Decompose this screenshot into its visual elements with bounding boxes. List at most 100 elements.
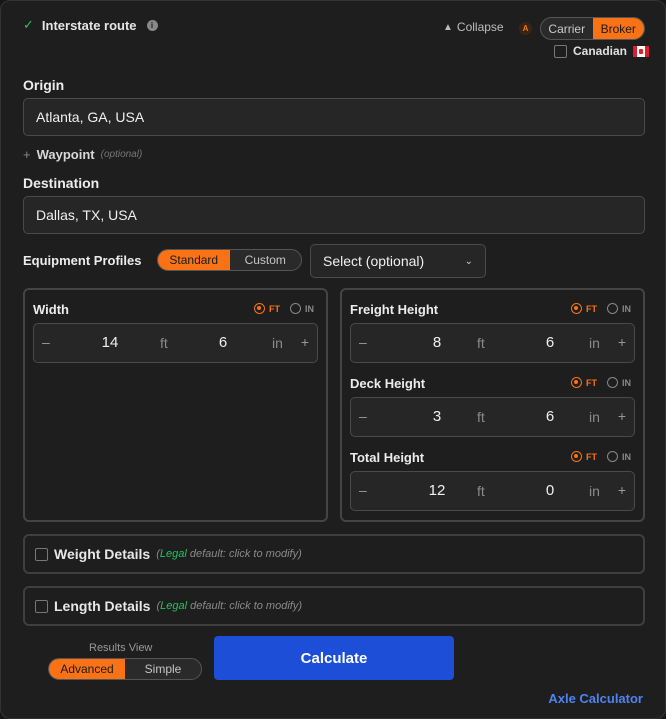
add-waypoint-button[interactable]: + Waypoint (optional)	[23, 147, 142, 162]
width-in-value[interactable]: 6	[208, 334, 238, 351]
total-height-label: Total Height	[350, 450, 425, 465]
equipment-profiles-row: Equipment Profiles Standard Custom Selec…	[23, 244, 643, 278]
width-panel: Width FT IN – 14 ft 6 in +	[23, 288, 328, 522]
length-details-bar[interactable]: Length Details (Legal default: click to …	[23, 586, 645, 626]
info-icon[interactable]: i	[146, 19, 158, 31]
results-view-label: Results View	[89, 642, 153, 654]
width-label: Width	[33, 302, 69, 317]
advanced-option[interactable]: Advanced	[49, 659, 125, 679]
interstate-route-label: Interstate route	[41, 17, 137, 33]
equipment-select[interactable]: Select (optional) ⌄	[310, 244, 486, 278]
in-radio[interactable]	[607, 303, 618, 314]
equipment-select-value: Select (optional)	[323, 253, 425, 269]
deck-height-unit-toggle[interactable]: FT IN	[571, 377, 631, 388]
in-radio[interactable]	[607, 377, 618, 388]
increment-button[interactable]: +	[301, 334, 309, 350]
check-icon: ✓	[23, 17, 34, 32]
route-calculator-panel: ✓ Interstate route i ▲ Collapse A Carrie…	[0, 0, 666, 719]
deck-height-in-value[interactable]: 6	[535, 408, 565, 425]
carrier-option[interactable]: Carrier	[541, 18, 593, 39]
waypoint-label: Waypoint	[36, 147, 95, 162]
total-height-ft-value[interactable]: 12	[422, 482, 452, 499]
canadian-checkbox-row[interactable]: Canadian	[554, 44, 650, 58]
width-ft-value[interactable]: 14	[95, 334, 125, 351]
total-height-in-value[interactable]: 0	[535, 482, 565, 499]
decrement-button[interactable]: –	[359, 334, 367, 350]
weight-details-hint: (Legal default: click to modify)	[156, 548, 302, 560]
ft-unit: ft	[477, 335, 485, 351]
in-unit: in	[589, 335, 600, 351]
decrement-button[interactable]: –	[42, 334, 50, 350]
top-bar: ✓ Interstate route i ▲ Collapse A Carrie…	[23, 15, 650, 65]
length-details-hint: (Legal default: click to modify)	[156, 600, 302, 612]
role-toggle: Carrier Broker	[540, 17, 645, 40]
weight-details-label: Weight Details	[54, 546, 151, 562]
increment-button[interactable]: +	[618, 482, 626, 498]
freight-height-label: Freight Height	[350, 302, 439, 317]
collapse-label: Collapse	[456, 20, 504, 34]
length-details-checkbox[interactable]	[35, 599, 48, 613]
ft-unit: ft	[477, 409, 485, 425]
total-height-stepper: – 12 ft 0 in +	[350, 471, 635, 511]
canadian-checkbox[interactable]	[554, 44, 567, 58]
simple-option[interactable]: Simple	[125, 659, 201, 679]
ft-radio[interactable]	[571, 451, 582, 462]
ft-unit: ft	[477, 483, 485, 499]
length-details-label: Length Details	[54, 598, 151, 614]
deck-height-label: Deck Height	[350, 376, 426, 391]
canadian-label: Canadian	[573, 44, 628, 58]
calculate-button[interactable]: Calculate	[214, 636, 454, 680]
plus-icon: +	[23, 147, 31, 162]
chevron-down-icon: ⌄	[464, 255, 473, 267]
freight-height-ft-value[interactable]: 8	[422, 334, 452, 351]
ft-unit: ft	[160, 335, 168, 351]
origin-input[interactable]: Atlanta, GA, USA	[23, 98, 645, 136]
ft-radio[interactable]	[254, 303, 265, 314]
broker-option[interactable]: Broker	[592, 18, 644, 39]
freight-height-stepper: – 8 ft 6 in +	[350, 323, 635, 363]
weight-details-checkbox[interactable]	[35, 547, 48, 561]
increment-button[interactable]: +	[618, 334, 626, 350]
deck-height-stepper: – 3 ft 6 in +	[350, 397, 635, 437]
equipment-profiles-label: Equipment Profiles	[23, 253, 142, 268]
collapse-button[interactable]: ▲ Collapse	[443, 20, 504, 34]
in-unit: in	[589, 409, 600, 425]
in-label: IN	[305, 303, 314, 314]
in-label: IN	[622, 377, 631, 388]
in-radio[interactable]	[607, 451, 618, 462]
total-height-unit-toggle[interactable]: FT IN	[571, 451, 631, 462]
increment-button[interactable]: +	[618, 408, 626, 424]
standard-option[interactable]: Standard	[158, 250, 230, 270]
ft-label: FT	[269, 303, 280, 314]
origin-label: Origin	[23, 77, 65, 93]
width-stepper: – 14 ft 6 in +	[33, 323, 318, 363]
ft-radio[interactable]	[571, 303, 582, 314]
freight-height-unit-toggle[interactable]: FT IN	[571, 303, 631, 314]
ft-label: FT	[586, 303, 597, 314]
custom-option[interactable]: Custom	[230, 250, 302, 270]
equipment-profile-toggle: Standard Custom	[157, 249, 302, 271]
freight-height-in-value[interactable]: 6	[535, 334, 565, 351]
axle-calculator-link[interactable]: Axle Calculator	[548, 691, 643, 706]
a-badge: A	[519, 22, 532, 35]
destination-label: Destination	[23, 175, 100, 191]
decrement-button[interactable]: –	[359, 408, 367, 424]
interstate-route-toggle[interactable]: ✓ Interstate route i	[23, 17, 158, 33]
waypoint-optional-note: (optional)	[100, 149, 143, 160]
weight-details-bar[interactable]: Weight Details (Legal default: click to …	[23, 534, 645, 574]
triangle-up-icon: ▲	[443, 21, 453, 33]
in-label: IN	[622, 451, 631, 462]
destination-input[interactable]: Dallas, TX, USA	[23, 196, 645, 234]
ft-label: FT	[586, 451, 597, 462]
ft-radio[interactable]	[571, 377, 582, 388]
in-unit: in	[272, 335, 283, 351]
ft-label: FT	[586, 377, 597, 388]
in-label: IN	[622, 303, 631, 314]
in-radio[interactable]	[290, 303, 301, 314]
canada-flag-icon	[633, 45, 650, 57]
decrement-button[interactable]: –	[359, 482, 367, 498]
deck-height-ft-value[interactable]: 3	[422, 408, 452, 425]
in-unit: in	[589, 483, 600, 499]
results-view-toggle: Advanced Simple	[48, 658, 202, 680]
width-unit-toggle[interactable]: FT IN	[254, 303, 314, 314]
